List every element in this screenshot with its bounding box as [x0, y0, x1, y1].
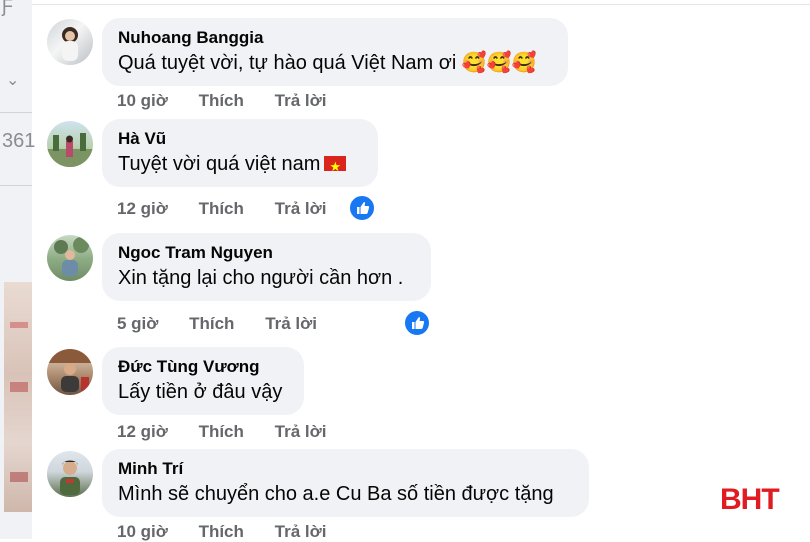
- comment-text: Quá tuyệt vời, tự hào quá Việt Nam ơi 🥰🥰…: [118, 52, 537, 74]
- divider: [0, 112, 32, 113]
- reply-button[interactable]: Trả lời: [275, 522, 327, 542]
- vietnam-flag-icon: [324, 153, 347, 181]
- like-button[interactable]: Thích: [199, 91, 244, 111]
- comment-time[interactable]: 5 giờ: [117, 314, 158, 334]
- comment-time[interactable]: 10 giờ: [117, 522, 168, 542]
- like-reaction-icon[interactable]: [348, 194, 376, 222]
- comment-text: Tuyệt vời quá việt nam: [118, 150, 362, 181]
- chevron-down-icon: ⌄: [6, 72, 20, 89]
- like-button[interactable]: Thích: [199, 522, 244, 542]
- avatar[interactable]: [47, 235, 93, 281]
- comment-time[interactable]: 12 giờ: [117, 199, 168, 219]
- comment-author[interactable]: Nuhoang Banggia: [118, 27, 552, 49]
- reply-button[interactable]: Trả lời: [275, 422, 327, 442]
- comment-bubble: Nuhoang Banggia Quá tuyệt vời, tự hào qu…: [102, 18, 568, 86]
- comment-actions: 10 giờ Thích Trả lời: [117, 522, 352, 542]
- like-button[interactable]: Thích: [189, 314, 234, 334]
- comment-author[interactable]: Hà Vũ: [118, 128, 362, 150]
- avatar[interactable]: [47, 349, 93, 395]
- background-page-strip: Ƒ ⌄ 361: [0, 0, 36, 539]
- reply-button[interactable]: Trả lời: [265, 314, 317, 334]
- comment-bubble: Minh Trí Mình sẽ chuyển cho a.e Cu Ba số…: [102, 449, 589, 517]
- comment-author[interactable]: Ngoc Tram Nguyen: [118, 242, 415, 264]
- comment-actions: 5 giờ Thích Trả lời: [117, 314, 343, 334]
- comment-bubble: Ngoc Tram Nguyen Xin tặng lại cho người …: [102, 233, 431, 301]
- comment-actions: 12 giờ Thích Trả lời: [117, 199, 352, 219]
- avatar[interactable]: [47, 451, 93, 497]
- like-button[interactable]: Thích: [199, 199, 244, 219]
- avatar[interactable]: [47, 19, 93, 65]
- comment-author[interactable]: Đức Tùng Vương: [118, 356, 288, 378]
- background-fragment-text: Ƒ: [2, 0, 13, 16]
- like-reaction-icon[interactable]: [403, 309, 431, 337]
- comment-text: Mình sẽ chuyển cho a.e Cu Ba số tiền đượ…: [118, 483, 554, 505]
- background-count-text: 361: [2, 130, 36, 152]
- comment-actions: 12 giờ Thích Trả lời: [117, 422, 352, 442]
- reply-button[interactable]: Trả lời: [275, 91, 327, 111]
- comment-bubble: Đức Tùng Vương Lấy tiền ở đâu vậy: [102, 347, 304, 415]
- comment-bubble: Hà Vũ Tuyệt vời quá việt nam: [102, 119, 378, 187]
- emoji-icons: 🥰🥰🥰: [461, 52, 537, 74]
- comment-text: Xin tặng lại cho người cần hơn .: [118, 267, 404, 289]
- comment-time[interactable]: 12 giờ: [117, 422, 168, 442]
- watermark-logo: BHT: [720, 483, 780, 516]
- divider: [0, 185, 32, 186]
- reply-button[interactable]: Trả lời: [275, 199, 327, 219]
- like-button[interactable]: Thích: [199, 422, 244, 442]
- comment-time[interactable]: 10 giờ: [117, 91, 168, 111]
- comment-actions: 10 giờ Thích Trả lời: [117, 91, 352, 111]
- comment-text: Lấy tiền ở đâu vậy: [118, 381, 283, 403]
- comments-panel-top-border: [32, 0, 810, 5]
- comment-author[interactable]: Minh Trí: [118, 458, 573, 480]
- background-poster-image: [4, 282, 32, 512]
- avatar[interactable]: [47, 121, 93, 167]
